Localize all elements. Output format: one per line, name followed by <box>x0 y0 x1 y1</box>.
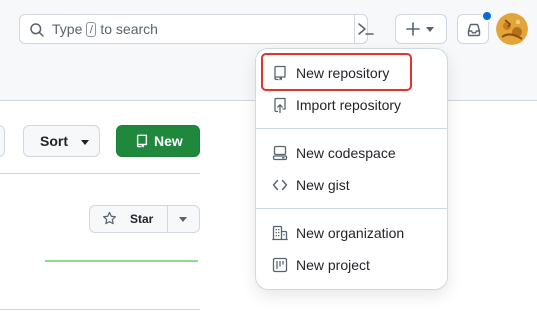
menu-item-label: New codespace <box>296 145 396 161</box>
repo-icon <box>136 134 148 148</box>
inbox-icon <box>467 23 481 37</box>
create-new-button[interactable] <box>395 14 447 44</box>
menu-item-new-gist[interactable]: New gist <box>264 169 439 201</box>
star-button[interactable]: Star <box>90 206 167 232</box>
avatar[interactable] <box>496 13 528 45</box>
code-icon <box>272 179 288 191</box>
search-shortcut-key: / <box>86 21 97 37</box>
project-icon <box>272 257 288 273</box>
search-input[interactable]: Type / to search <box>19 14 374 44</box>
sort-button[interactable]: Sort <box>23 125 100 157</box>
menu-item-new-organization[interactable]: New organization <box>264 217 439 249</box>
command-palette-icon[interactable] <box>357 21 375 37</box>
menu-item-label: New gist <box>296 177 350 193</box>
search-prefix: Type <box>52 21 83 37</box>
search-icon <box>30 23 44 37</box>
notification-indicator <box>481 10 493 22</box>
chevron-down-icon <box>179 217 187 222</box>
plus-icon <box>406 22 420 36</box>
repo-icon <box>274 65 286 81</box>
create-new-menu: New repository Import repository New cod… <box>256 49 447 289</box>
menu-divider <box>256 128 447 129</box>
star-button-group: Star <box>89 205 200 233</box>
menu-item-new-codespace[interactable]: New codespace <box>264 137 439 169</box>
chevron-down-icon <box>426 27 434 32</box>
divider <box>0 309 200 310</box>
page: Type / to search Sort New Star New repos… <box>0 0 537 317</box>
menu-item-import-repository[interactable]: Import repository <box>264 89 439 121</box>
star-icon <box>102 211 117 225</box>
chevron-down-icon <box>81 140 89 145</box>
codespaces-icon <box>272 145 288 161</box>
activity-graph-line <box>45 260 198 262</box>
menu-item-new-project[interactable]: New project <box>264 249 439 281</box>
new-repository-button[interactable]: New <box>116 125 200 157</box>
filter-button[interactable] <box>0 125 5 157</box>
menu-item-label: New project <box>296 257 370 273</box>
search-placeholder: Type / to search <box>52 21 158 37</box>
menu-item-new-repository[interactable]: New repository <box>264 57 439 89</box>
menu-item-label: Import repository <box>296 97 402 113</box>
organization-icon <box>272 225 288 241</box>
star-label: Star <box>130 212 154 226</box>
divider <box>0 173 200 174</box>
avatar-image <box>496 13 528 45</box>
menu-divider <box>256 208 447 209</box>
search-suffix: to search <box>100 21 158 37</box>
menu-item-label: New repository <box>296 65 390 81</box>
repo-push-icon <box>274 97 286 113</box>
sort-label: Sort <box>40 133 68 149</box>
search-divider <box>354 15 355 43</box>
menu-item-label: New organization <box>296 225 405 241</box>
star-list-dropdown[interactable] <box>168 206 199 232</box>
new-label: New <box>154 133 183 149</box>
